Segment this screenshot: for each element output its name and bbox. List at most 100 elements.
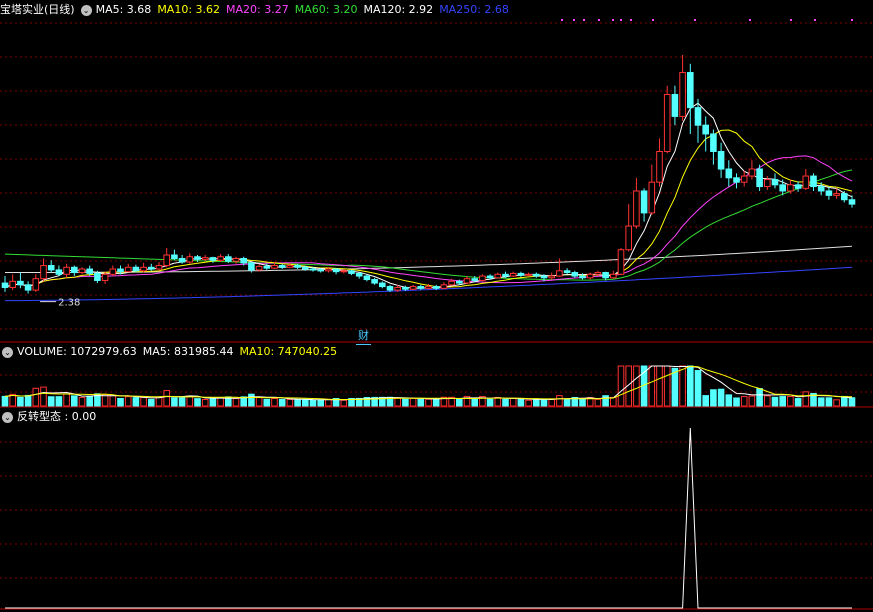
volume-bar (456, 398, 463, 407)
candle-body (610, 273, 617, 279)
signal-dot (612, 19, 614, 21)
signal-dot (652, 19, 654, 21)
volume-bar (579, 398, 586, 407)
candle-body (155, 265, 163, 270)
candle-body (463, 278, 471, 284)
volume-bar (663, 365, 671, 407)
volume-bar (494, 396, 502, 407)
candle-body (248, 262, 255, 271)
volume-bar (248, 393, 255, 407)
signal-dot (790, 19, 792, 21)
ma60-line (4, 169, 853, 281)
candle-body (640, 190, 648, 214)
candle-body (40, 265, 47, 280)
volume-bar (109, 395, 117, 407)
signal-dot (814, 19, 816, 21)
volume-bar (78, 397, 86, 407)
volume-bar (617, 365, 625, 407)
candle-body (340, 270, 348, 273)
candle-body (525, 273, 532, 276)
candle-body (663, 93, 671, 152)
candle-body (55, 269, 63, 275)
candle-body (402, 286, 409, 290)
volume-bar (117, 397, 124, 407)
volume-bar (556, 395, 563, 407)
candle-body (748, 168, 756, 177)
volume-bar (340, 399, 348, 407)
candle-body (787, 184, 794, 192)
signal-dot (573, 19, 575, 21)
candle-body (594, 272, 602, 275)
volume-bar (86, 396, 94, 407)
candle-body (355, 272, 363, 277)
candle-body (394, 286, 401, 291)
candle-body (533, 273, 540, 277)
volume-bar (679, 365, 686, 407)
volume-bar (148, 398, 155, 407)
volume-bar (756, 388, 763, 407)
candle-body (417, 286, 425, 289)
candle-body (101, 273, 109, 281)
candle-body (440, 284, 448, 289)
candle-body (802, 175, 810, 189)
candle-body (209, 257, 217, 261)
candle-body (540, 275, 548, 279)
volume-bar (163, 390, 170, 407)
volume-bar (101, 394, 109, 407)
volume-bar (656, 365, 663, 407)
volume-bar (32, 387, 40, 407)
volume-bar (517, 398, 525, 407)
candle-body (810, 175, 817, 188)
candle-body (386, 286, 394, 291)
volume-bar (209, 398, 217, 407)
volume-bar (63, 393, 70, 407)
volume-bar (47, 396, 55, 407)
candle-body (217, 256, 224, 261)
volume-bar (263, 398, 271, 407)
candle-body (733, 177, 740, 183)
candle-body (432, 286, 440, 289)
volume-bar (194, 398, 201, 407)
volume-bar (132, 397, 140, 407)
candle-body (479, 275, 486, 281)
candle-body (63, 266, 70, 275)
candle-body (486, 275, 494, 279)
signal-dot (694, 19, 696, 21)
candle-body (240, 258, 247, 264)
candle-body (78, 268, 86, 274)
volume-bar (24, 394, 32, 407)
volume-bar (271, 398, 278, 407)
ma20-line (4, 155, 853, 288)
signal-dot (583, 19, 585, 21)
candle-body (833, 193, 840, 196)
volume-bar (286, 398, 294, 407)
volume-bar (525, 399, 532, 407)
volume-bar (1, 395, 9, 407)
candle-body (132, 266, 140, 272)
candle-body (24, 284, 32, 291)
candle-body (633, 190, 640, 227)
volume-bar (771, 396, 779, 407)
candle-body (71, 266, 78, 274)
volume-bar (725, 394, 733, 407)
low-price-label: 2.38 (58, 298, 80, 309)
volume-bar (841, 395, 848, 407)
candle-body (494, 273, 502, 279)
candle-body (17, 280, 24, 286)
candle-body (409, 286, 417, 290)
volume-bar (717, 388, 725, 407)
candle-body (232, 258, 240, 262)
candle-body (817, 186, 825, 192)
volume-bar (817, 397, 825, 407)
candle-body (548, 275, 556, 279)
event-marker[interactable]: 财 (356, 327, 371, 345)
candle-body (586, 273, 594, 279)
candle-body (171, 254, 178, 260)
candle-body (140, 266, 147, 272)
signal-dot (620, 19, 622, 21)
candle-body (625, 225, 633, 251)
candle-body (756, 168, 763, 188)
candle-body (656, 150, 663, 183)
candle-body (687, 72, 694, 109)
volume-bar (540, 398, 548, 407)
